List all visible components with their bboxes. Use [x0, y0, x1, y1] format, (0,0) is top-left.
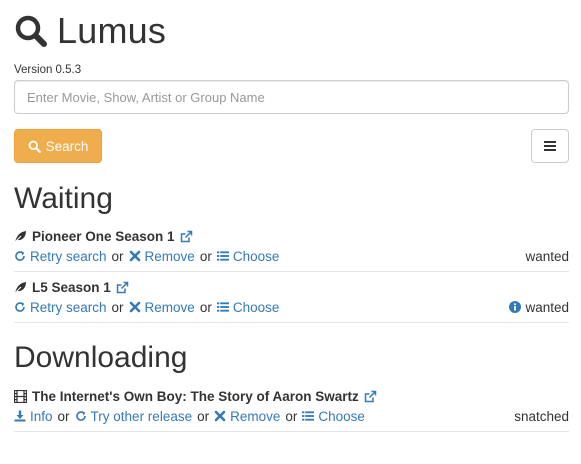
film-icon [14, 389, 27, 403]
close-icon [129, 301, 140, 313]
try-other-release-link[interactable]: Try other release [75, 409, 192, 424]
choose-link[interactable]: Choose [216, 249, 279, 264]
menu-button[interactable] [531, 129, 569, 163]
leaf-icon [14, 230, 26, 242]
item-title: Pioneer One Season 1 [14, 227, 193, 245]
retry-search-link[interactable]: Retry search [14, 300, 107, 315]
choose-link[interactable]: Choose [216, 300, 279, 315]
close-icon [129, 250, 140, 262]
status-badge: wanted [509, 298, 569, 316]
search-icon [15, 15, 47, 47]
version-label: Version 0.5.3 [14, 64, 82, 76]
refresh-icon [75, 411, 86, 421]
list-item: L5 Season 1 Retry search or Remove or Ch… [14, 278, 569, 323]
external-link-icon[interactable] [180, 230, 193, 243]
app-title-text: Lumus [57, 10, 167, 51]
list-icon [216, 251, 229, 261]
item-title-text: The Internet's Own Boy: The Story of Aar… [32, 388, 359, 404]
info-circle-icon[interactable] [509, 301, 522, 313]
retry-search-link[interactable]: Retry search [14, 249, 107, 264]
close-icon [214, 410, 226, 422]
app-title: Lumus [14, 8, 166, 54]
hamburger-icon [544, 141, 556, 151]
item-title-text: Pioneer One Season 1 [32, 228, 175, 244]
remove-link[interactable]: Remove [129, 249, 195, 264]
item-title: The Internet's Own Boy: The Story of Aar… [14, 387, 377, 405]
search-button[interactable]: Search [14, 129, 102, 163]
external-link-icon[interactable] [364, 390, 377, 403]
item-actions: Retry search or Remove or Choose [14, 247, 279, 265]
list-item: Pioneer One Season 1 Retry search or Rem… [14, 227, 569, 272]
search-icon [28, 140, 41, 153]
info-link[interactable]: Info [14, 409, 53, 424]
choose-link[interactable]: Choose [302, 409, 365, 424]
external-link-icon[interactable] [116, 281, 129, 294]
list-item: The Internet's Own Boy: The Story of Aar… [14, 387, 569, 432]
list-icon [302, 411, 315, 421]
item-actions: Retry search or Remove or Choose [14, 298, 279, 316]
item-actions: Info or Try other release or Remove or C… [14, 407, 365, 425]
download-icon [14, 410, 26, 422]
refresh-icon [15, 251, 25, 261]
waiting-heading: Waiting [14, 182, 113, 215]
search-input[interactable] [14, 80, 569, 114]
leaf-icon [14, 281, 26, 293]
refresh-icon [15, 302, 25, 312]
list-icon [216, 302, 229, 312]
status-badge: wanted [525, 248, 569, 264]
remove-link[interactable]: Remove [214, 409, 280, 424]
status-badge: snatched [514, 408, 569, 424]
item-title-text: L5 Season 1 [32, 279, 111, 295]
item-title: L5 Season 1 [14, 278, 129, 296]
remove-link[interactable]: Remove [129, 300, 195, 315]
downloading-heading: Downloading [14, 341, 188, 374]
search-button-label: Search [45, 138, 89, 154]
